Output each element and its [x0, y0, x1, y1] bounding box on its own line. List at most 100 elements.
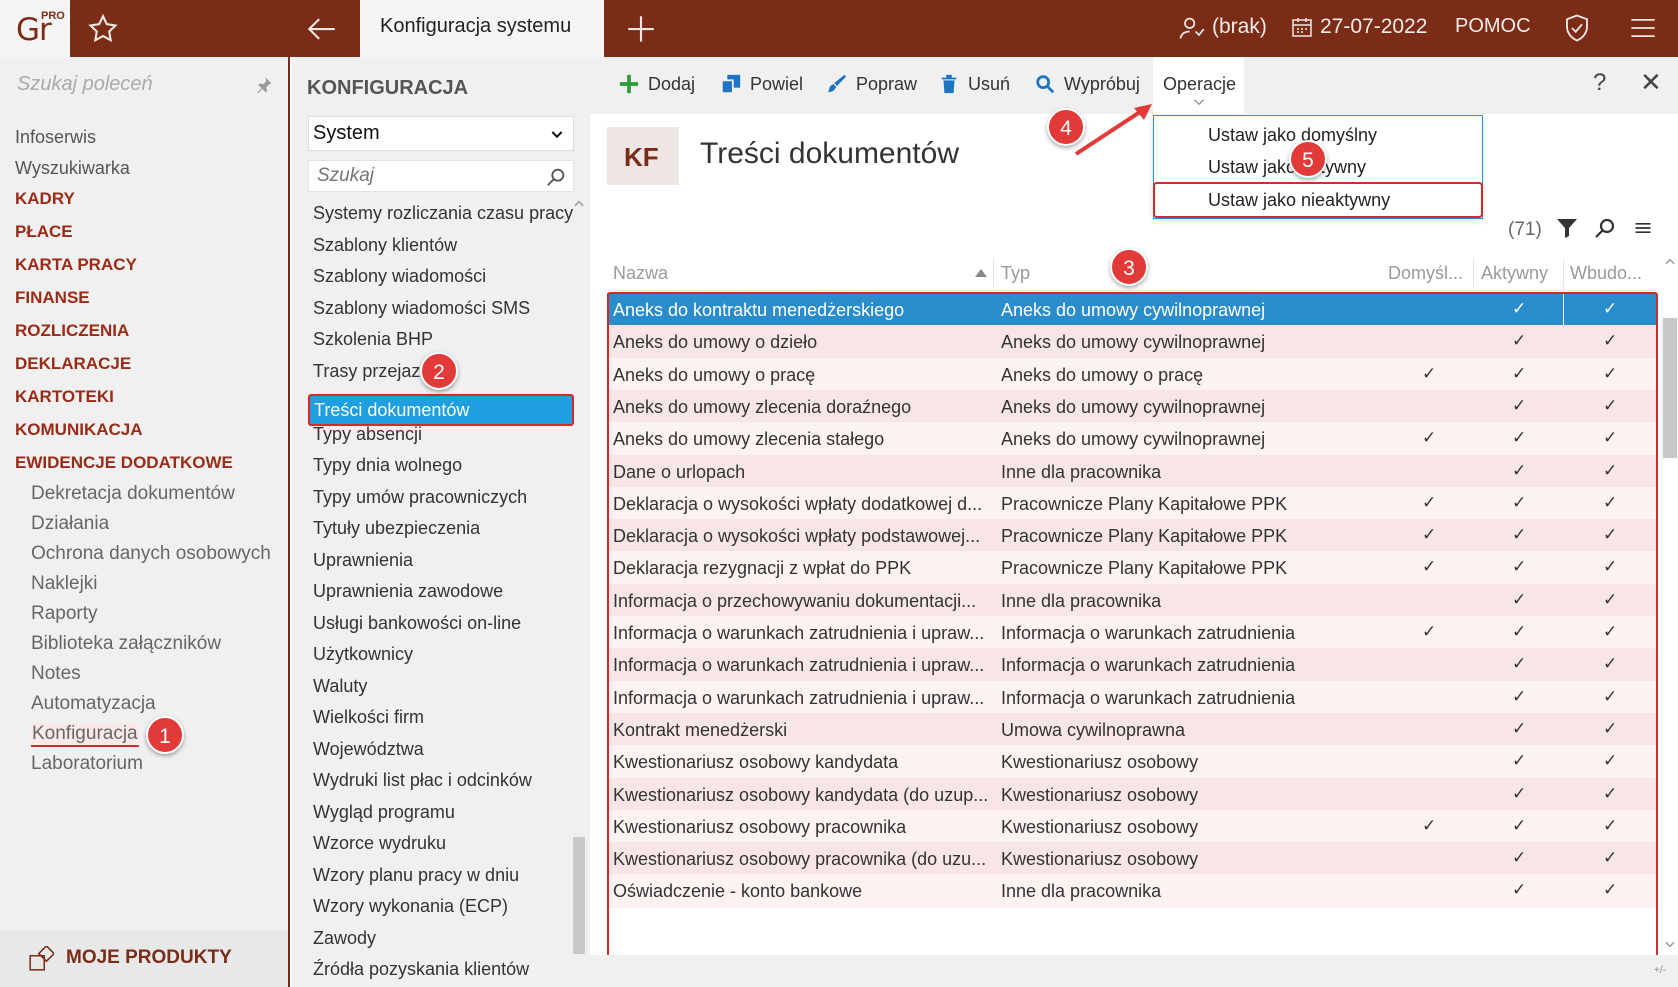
back-arrow-icon[interactable] [305, 12, 339, 46]
column-header-active[interactable]: Aktywny [1481, 263, 1548, 284]
config-item-active-label: Treści dokumentów [314, 400, 470, 420]
sidebar-item-finanse[interactable]: FINANSE [15, 288, 90, 308]
chevron-down-icon [1193, 99, 1205, 106]
star-icon[interactable] [86, 12, 120, 46]
sidebar-item-kadry[interactable]: KADRY [15, 189, 75, 209]
scroll-down-icon[interactable] [1663, 937, 1677, 951]
sidebar-item-karta-pracy[interactable]: KARTA PRACY [15, 255, 137, 275]
config-item[interactable]: Systemy rozliczania czasu pracy [313, 203, 573, 224]
config-item[interactable]: Wygląd programu [313, 802, 455, 823]
config-item[interactable]: Szkolenia BHP [313, 329, 433, 350]
sort-up-icon[interactable] [975, 269, 987, 277]
config-scroll-thumb[interactable] [573, 837, 585, 954]
config-item[interactable]: Wielkości firm [313, 707, 424, 728]
sidebar-item-ochrona-danych[interactable]: Ochrona danych osobowych [31, 543, 271, 565]
config-item[interactable]: Województwa [313, 739, 424, 760]
hamburger-menu-icon[interactable] [1628, 14, 1658, 42]
help-button[interactable]: ? [1593, 69, 1606, 97]
filter-icon[interactable] [1555, 216, 1579, 240]
config-item[interactable]: Typy absencji [313, 424, 422, 445]
config-search-input[interactable] [317, 164, 537, 188]
config-item[interactable]: Wzory planu pracy w dniu [313, 865, 519, 886]
sidebar-item-infoserwis[interactable]: Infoserwis [15, 127, 96, 148]
config-item[interactable]: Wzory wykonania (ECP) [313, 896, 508, 917]
config-item[interactable]: Typy umów pracowniczych [313, 487, 527, 508]
column-header-default[interactable]: Domyśl... [1388, 263, 1463, 284]
column-header-name[interactable]: Nazwa [613, 263, 668, 284]
config-item[interactable]: Źródła pozyskania klientów [313, 959, 529, 980]
search-icon[interactable] [1593, 216, 1617, 240]
sidebar-item-wyszukiwarka[interactable]: Wyszukiwarka [15, 158, 130, 179]
sidebar-item-komunikacja[interactable]: KOMUNIKACJA [15, 420, 143, 440]
menu-item-set-default[interactable]: Ustaw jako domyślny [1208, 125, 1377, 146]
config-item[interactable]: Typy dnia wolnego [313, 455, 462, 476]
list-menu-icon[interactable] [1633, 216, 1653, 240]
sidebar-item-raporty[interactable]: Raporty [31, 603, 98, 625]
sidebar-item-dekretacja[interactable]: Dekretacja dokumentów [31, 483, 235, 505]
sidebar-item-rozliczenia[interactable]: ROZLICZENIA [15, 321, 129, 341]
top-bar: Gr PRO Konfiguracja systemu (brak) 27-07… [0, 0, 1678, 57]
calendar-icon[interactable] [1290, 15, 1314, 39]
column-separator[interactable] [993, 259, 994, 287]
config-item[interactable]: Uprawnienia zawodowe [313, 581, 503, 602]
column-header-builtin[interactable]: Wbudo... [1570, 263, 1642, 284]
tab-label: Konfiguracja systemu [380, 15, 572, 37]
sidebar-item-kartoteki[interactable]: KARTOTEKI [15, 387, 114, 407]
config-item[interactable]: Wydruki list płac i odcinków [313, 770, 532, 791]
column-separator[interactable] [1563, 259, 1564, 287]
current-date[interactable]: 27-07-2022 [1320, 15, 1427, 39]
sidebar-item-place[interactable]: PŁACE [15, 222, 73, 242]
operations-label: Operacje [1163, 74, 1237, 94]
scroll-up-icon[interactable] [1663, 255, 1677, 269]
user-name[interactable]: (brak) [1212, 15, 1267, 39]
config-item[interactable]: Wzorce wydruku [313, 833, 446, 854]
sidebar-item-konfiguracja[interactable]: Konfiguracja [31, 723, 139, 747]
annotation-badge-5: 5 [1289, 140, 1327, 178]
tab-konfiguracja-systemu[interactable]: Konfiguracja systemu [360, 0, 604, 57]
sidebar-item-deklaracje[interactable]: DEKLARACJE [15, 354, 131, 374]
command-search-input[interactable]: Szukaj poleceń [17, 73, 153, 96]
sidebar-item-ewidencje-dodatkowe[interactable]: EWIDENCJE DODATKOWE [15, 453, 233, 473]
user-icon[interactable] [1178, 14, 1206, 42]
highlight-set-inactive [1153, 182, 1483, 218]
highlight-table-rows [607, 292, 1658, 957]
config-item-active[interactable]: Treści dokumentów [308, 394, 574, 426]
config-item[interactable]: Szablony wiadomości SMS [313, 298, 530, 319]
sidebar-item-naklejki[interactable]: Naklejki [31, 573, 98, 595]
sidebar-item-notes[interactable]: Notes [31, 663, 81, 685]
app-logo[interactable]: Gr PRO [0, 0, 70, 57]
column-header-type[interactable]: Typ [1001, 263, 1030, 284]
config-item[interactable]: Waluty [313, 676, 367, 697]
config-item[interactable]: Zawody [313, 928, 376, 949]
page-title: Treści dokumentów [700, 137, 959, 170]
operations-button[interactable]: Operacje [1153, 57, 1244, 114]
close-button[interactable]: ✕ [1640, 67, 1662, 98]
config-item[interactable]: Tytuły ubezpieczenia [313, 518, 480, 539]
pin-icon[interactable] [255, 76, 273, 94]
footer-mark: +/- [1654, 965, 1666, 976]
my-products-button[interactable]: MOJE PRODUKTY [0, 930, 288, 987]
shield-icon[interactable] [1562, 13, 1592, 43]
table-scroll-thumb[interactable] [1663, 318, 1677, 458]
brush-icon [827, 74, 847, 93]
help-link[interactable]: POMOC [1455, 15, 1531, 38]
column-separator[interactable] [1473, 259, 1474, 287]
sidebar-item-laboratorium[interactable]: Laboratorium [31, 753, 143, 775]
system-select[interactable]: System [308, 116, 574, 151]
plus-icon[interactable] [624, 12, 658, 46]
sidebar-item-dzialania[interactable]: Działania [31, 513, 109, 535]
menu-item-set-active[interactable]: Ustaw jako aktywny [1208, 157, 1366, 178]
config-item[interactable]: Użytkownicy [313, 644, 413, 665]
add-label: Dodaj [648, 74, 696, 94]
search-icon[interactable] [545, 166, 567, 188]
config-item[interactable]: Uprawnienia [313, 550, 413, 571]
config-title: KONFIGURACJA [307, 77, 469, 99]
config-item[interactable]: Szablony wiadomości [313, 266, 486, 287]
edit-label: Popraw [856, 74, 918, 94]
bottom-bar: +/- [590, 955, 1678, 987]
config-item[interactable]: Usługi bankowości on-line [313, 613, 521, 634]
sidebar-item-biblioteka[interactable]: Biblioteka załączników [31, 633, 221, 655]
sidebar-item-automatyzacja[interactable]: Automatyzacja [31, 693, 156, 715]
config-item[interactable]: Szablony klientów [313, 235, 457, 256]
scroll-up-icon[interactable] [572, 197, 586, 211]
